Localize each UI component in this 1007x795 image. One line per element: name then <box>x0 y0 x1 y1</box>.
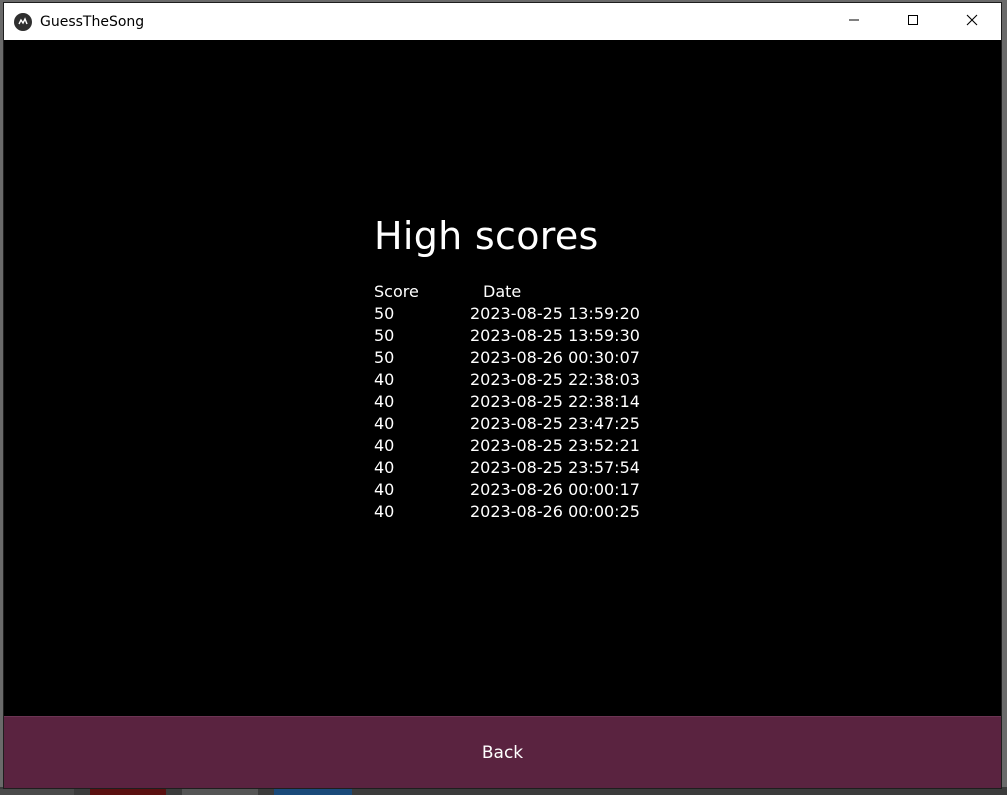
close-icon <box>966 13 978 31</box>
table-row: 40 2023-08-25 22:38:14 <box>374 391 640 413</box>
title-bar[interactable]: GuessTheSong <box>4 3 1001 40</box>
minimize-icon <box>848 13 860 31</box>
table-row: 40 2023-08-25 22:38:03 <box>374 369 640 391</box>
table-row: 50 2023-08-25 13:59:30 <box>374 325 640 347</box>
scores-table: Score Date 50 2023-08-25 13:59:20 50 202… <box>374 281 640 523</box>
column-header-date: Date <box>483 282 522 301</box>
table-header: Score Date <box>374 281 640 303</box>
score-cell: 50 <box>374 304 395 323</box>
app-logo-icon <box>14 12 32 31</box>
date-cell: 2023-08-25 23:47:25 <box>470 414 640 433</box>
maximize-button[interactable] <box>883 3 942 40</box>
table-row: 40 2023-08-25 23:52:21 <box>374 435 640 457</box>
date-cell: 2023-08-26 00:30:07 <box>470 348 640 367</box>
score-cell: 50 <box>374 326 395 345</box>
date-cell: 2023-08-25 23:52:21 <box>470 436 640 455</box>
table-row: 40 2023-08-25 23:57:54 <box>374 457 640 479</box>
score-cell: 40 <box>374 392 395 411</box>
page-title: High scores <box>374 214 599 258</box>
taskbar-item <box>0 789 74 795</box>
score-cell: 40 <box>374 414 395 433</box>
score-cell: 50 <box>374 348 395 367</box>
table-row: 40 2023-08-26 00:00:17 <box>374 479 640 501</box>
score-cell: 40 <box>374 458 395 477</box>
score-cell: 40 <box>374 436 395 455</box>
close-button[interactable] <box>942 3 1001 40</box>
column-header-score: Score <box>374 282 419 301</box>
taskbar-item <box>90 789 166 795</box>
table-row: 50 2023-08-25 13:59:20 <box>374 303 640 325</box>
date-cell: 2023-08-25 23:57:54 <box>470 458 640 477</box>
date-cell: 2023-08-26 00:00:17 <box>470 480 640 499</box>
table-row: 40 2023-08-25 23:47:25 <box>374 413 640 435</box>
date-cell: 2023-08-25 22:38:03 <box>470 370 640 389</box>
table-row: 50 2023-08-26 00:30:07 <box>374 347 640 369</box>
date-cell: 2023-08-26 00:00:25 <box>470 502 640 521</box>
window-controls <box>824 3 1001 40</box>
back-button[interactable]: Back <box>4 716 1001 788</box>
window-title: GuessTheSong <box>40 13 145 30</box>
score-cell: 40 <box>374 480 395 499</box>
score-cell: 40 <box>374 370 395 389</box>
app-window: GuessTheSong High scores Score Date 50 2… <box>3 2 1002 789</box>
score-cell: 40 <box>374 502 395 521</box>
maximize-icon <box>907 13 919 31</box>
taskbar-item <box>274 789 352 795</box>
minimize-button[interactable] <box>824 3 883 40</box>
date-cell: 2023-08-25 13:59:20 <box>470 304 640 323</box>
taskbar-item <box>182 789 258 795</box>
high-scores-screen: High scores Score Date 50 2023-08-25 13:… <box>4 40 1001 716</box>
date-cell: 2023-08-25 22:38:14 <box>470 392 640 411</box>
date-cell: 2023-08-25 13:59:30 <box>470 326 640 345</box>
table-row: 40 2023-08-26 00:00:25 <box>374 501 640 523</box>
